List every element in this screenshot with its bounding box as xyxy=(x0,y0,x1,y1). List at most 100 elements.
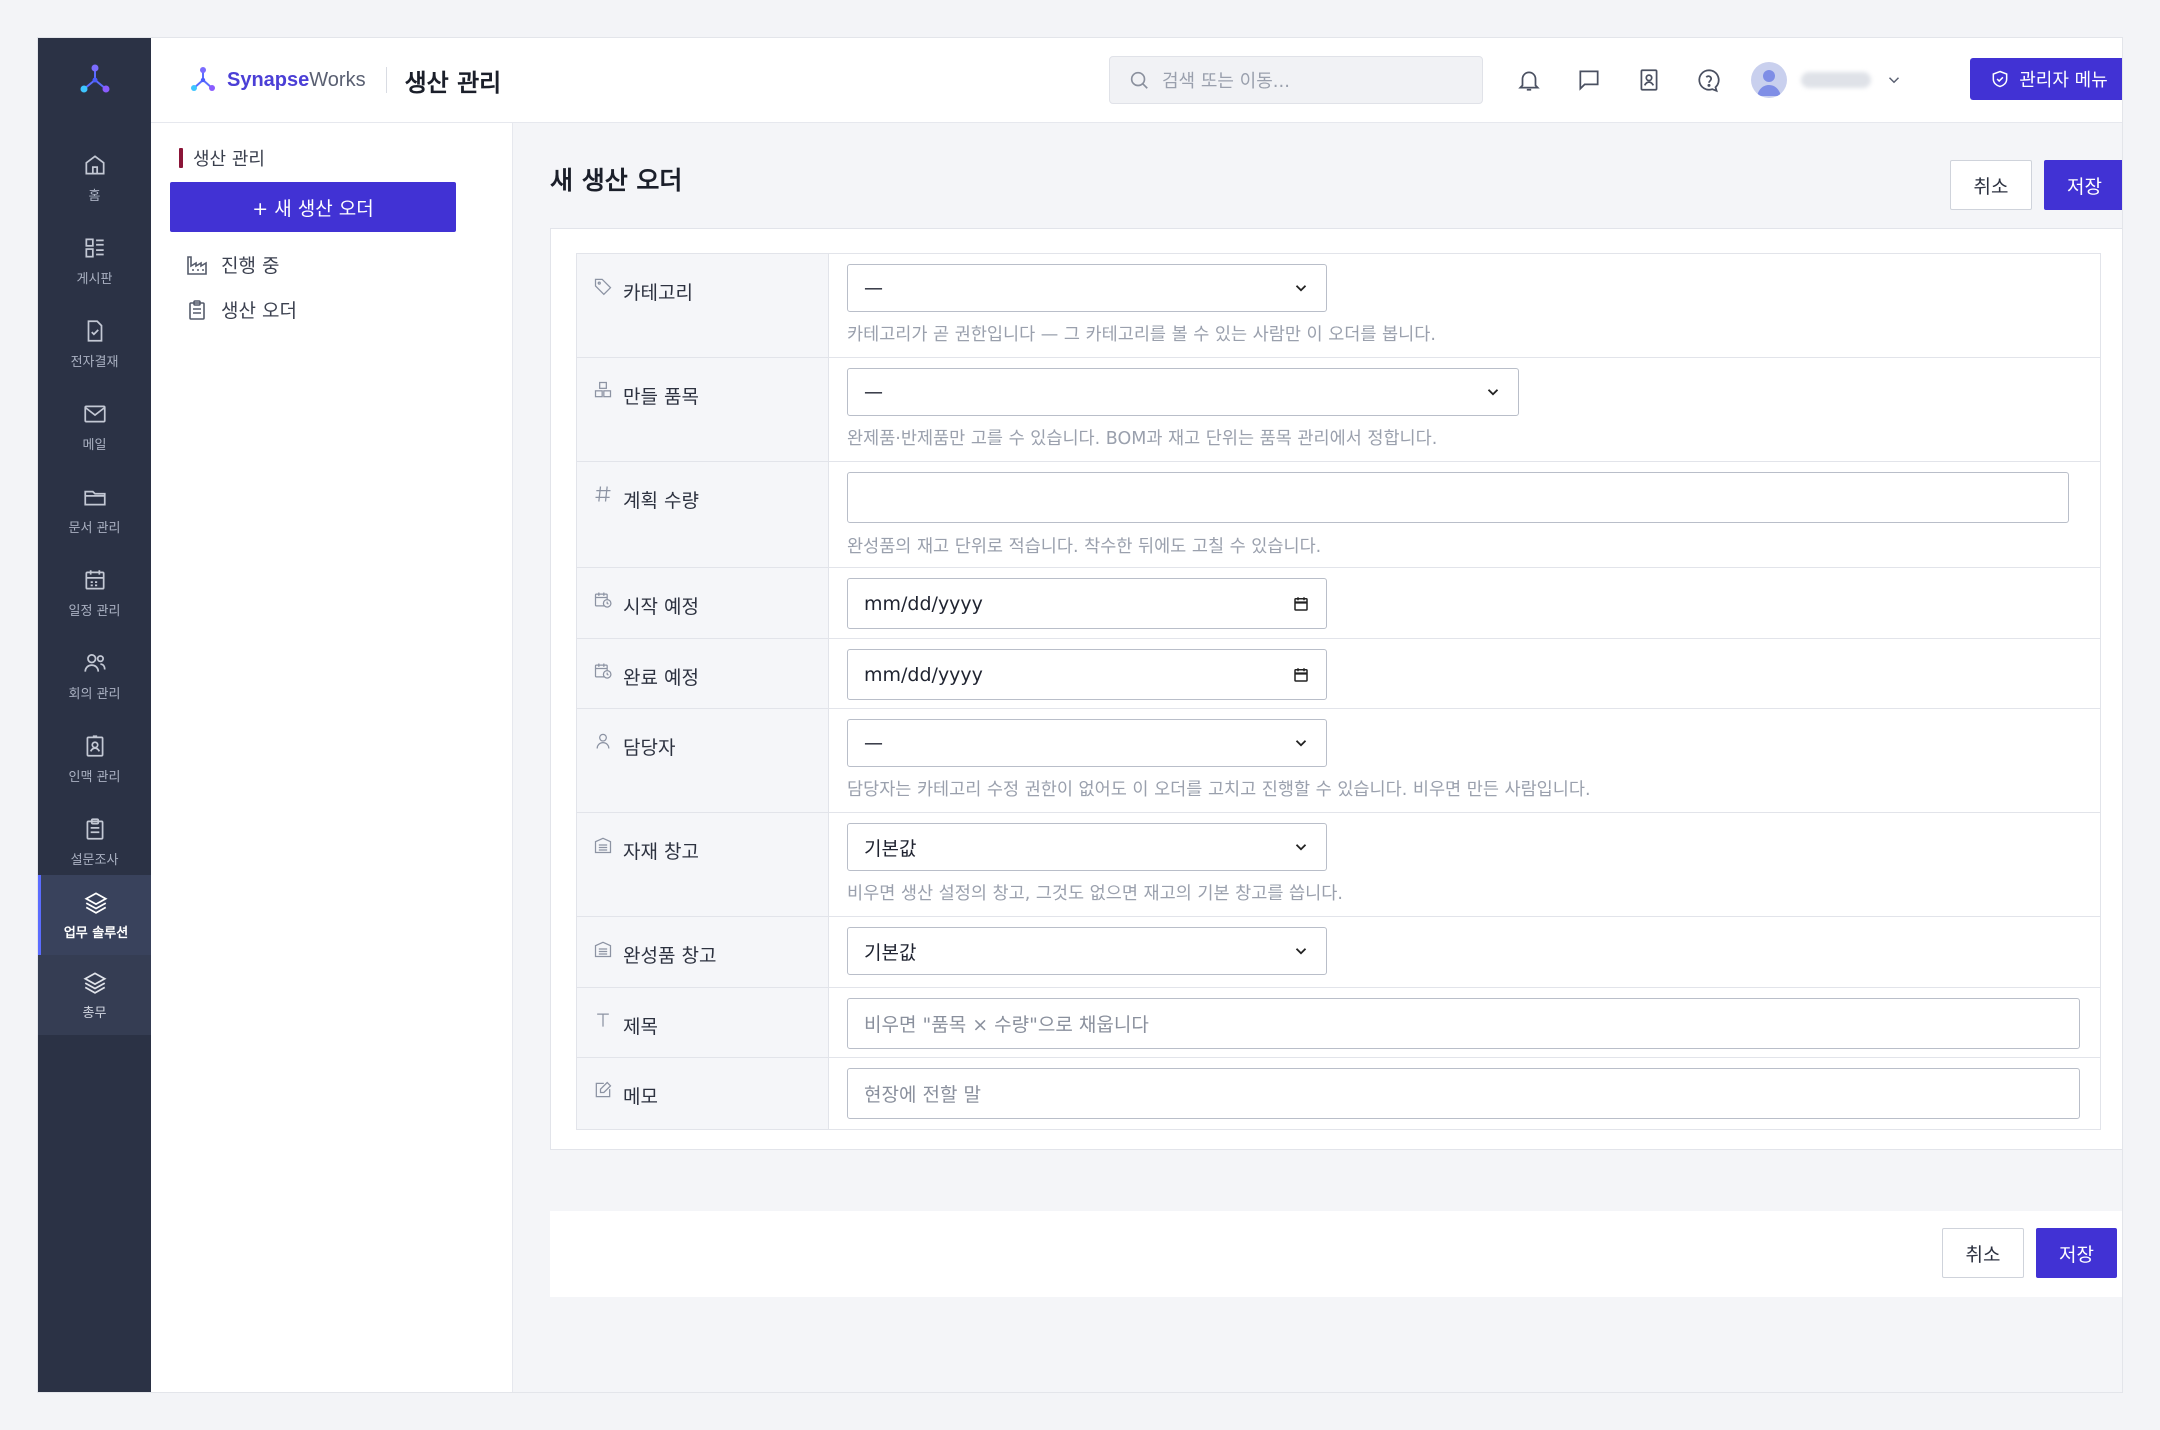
memo-input[interactable]: 현장에 전할 말 xyxy=(847,1068,2080,1119)
top-bar: SynapseWorks 생산 관리 검색 또는 이동... 관리자 메뉴 xyxy=(151,38,2122,123)
page-section-title: 생산 관리 xyxy=(404,68,502,97)
layers-icon xyxy=(84,892,108,914)
form-row-title: 제목 비우면 "품목 × 수량"으로 채웁니다 xyxy=(577,988,2100,1058)
avatar xyxy=(1751,62,1787,98)
notifications-icon[interactable] xyxy=(1513,64,1545,96)
rail-item-schedule[interactable]: 일정 관리 xyxy=(38,553,151,633)
page-title: 새 생산 오더 xyxy=(550,166,683,195)
chevron-down-icon xyxy=(1487,389,1499,396)
calendar-icon xyxy=(1294,667,1308,682)
material-warehouse-select[interactable]: 기본값 xyxy=(847,823,1327,871)
rail-item-survey[interactable]: 설문조사 xyxy=(38,802,151,882)
hash-icon xyxy=(595,485,611,502)
rail-label: 문서 관리 xyxy=(68,521,121,536)
rail-item-general-affairs[interactable]: 총무 xyxy=(38,955,151,1035)
start-date-input[interactable]: mm/dd/yyyy xyxy=(847,578,1327,629)
form-card: 카테고리 — 카테고리가 곧 권한입니다 — 그 카테고리를 볼 수 있는 사람… xyxy=(550,228,2122,1150)
shield-check-icon xyxy=(1992,70,2008,88)
user-menu[interactable] xyxy=(1751,58,1903,102)
person-icon xyxy=(596,733,610,749)
chevron-down-icon xyxy=(1295,844,1307,851)
help-icon[interactable] xyxy=(1693,64,1725,96)
chat-icon[interactable] xyxy=(1573,64,1605,96)
rail-label: 설문조사 xyxy=(70,853,119,868)
assignee-label: 담당자 xyxy=(623,737,676,759)
row-label: 담당자 xyxy=(577,709,829,812)
subnav-item-production-orders[interactable]: 생산 오더 xyxy=(185,296,297,323)
row-label: 만들 품목 xyxy=(577,358,829,461)
rail-item-documents[interactable]: 문서 관리 xyxy=(38,470,151,550)
save-button[interactable]: 저장 xyxy=(2036,1228,2117,1278)
end-label: 완료 예정 xyxy=(623,667,699,689)
row-label: 계획 수량 xyxy=(577,462,829,567)
assignee-select[interactable]: — xyxy=(847,719,1327,767)
rail-item-work-solutions[interactable]: 업무 솔루션 xyxy=(38,875,151,955)
text-icon xyxy=(597,1013,609,1027)
item-select[interactable]: — xyxy=(847,368,1519,416)
calendar-clock-icon xyxy=(594,663,612,679)
user-name-blurred xyxy=(1801,72,1871,88)
admin-menu-button[interactable]: 관리자 메뉴 xyxy=(1970,58,2122,100)
calendar-clock-icon xyxy=(594,592,612,608)
tag-icon xyxy=(594,278,612,295)
search-input[interactable]: 검색 또는 이동... xyxy=(1109,56,1483,104)
chevron-down-icon xyxy=(1295,948,1307,955)
item-help: 완제품·반제품만 고를 수 있습니다. BOM과 재고 단위는 품목 관리에서 … xyxy=(847,429,1438,449)
form-row-item: 만들 품목 — 완제품·반제품만 고를 수 있습니다. BOM과 재고 단위는 … xyxy=(577,358,2100,462)
quantity-label: 계획 수량 xyxy=(623,490,699,512)
form-row-memo: 메모 현장에 전할 말 xyxy=(577,1058,2100,1129)
row-label: 제목 xyxy=(577,988,829,1057)
brand-logo-icon xyxy=(191,67,215,91)
new-production-order-button[interactable]: + 새 생산 오더 xyxy=(170,182,456,232)
chevron-down-icon xyxy=(1295,740,1307,747)
rail-item-approval[interactable]: 전자결재 xyxy=(38,304,151,384)
calendar-icon xyxy=(1294,596,1308,611)
subnav-header: 생산 관리 xyxy=(179,145,265,171)
primary-nav-rail: 홈 게시판 전자결재 메일 문서 관리 일정 관리 회의 관리 인맥 관리 설문… xyxy=(38,38,151,1392)
rail-item-home[interactable]: 홈 xyxy=(38,138,151,218)
category-select[interactable]: — xyxy=(847,264,1327,312)
rail-item-meetings[interactable]: 회의 관리 xyxy=(38,636,151,716)
secondary-nav: 생산 관리 + 새 생산 오더 진행 중 생산 오더 xyxy=(151,123,513,1392)
rail-label: 전자결재 xyxy=(70,355,119,370)
assignee-help: 담당자는 카테고리 수정 권한이 없어도 이 오더를 고치고 진행할 수 있습니… xyxy=(847,780,1591,800)
search-placeholder: 검색 또는 이동... xyxy=(1162,71,1290,92)
rail-label: 게시판 xyxy=(76,272,113,287)
rail-label: 인맥 관리 xyxy=(68,770,121,785)
contacts-icon[interactable] xyxy=(1633,64,1665,96)
item-label: 만들 품목 xyxy=(623,386,699,408)
save-button[interactable]: 저장 xyxy=(2044,160,2122,210)
form-row-end: 완료 예정 mm/dd/yyyy xyxy=(577,639,2100,709)
quantity-help: 완성품의 재고 단위로 적습니다. 착수한 뒤에도 고칠 수 있습니다. xyxy=(847,537,1322,557)
end-date-input[interactable]: mm/dd/yyyy xyxy=(847,649,1327,700)
rail-item-board[interactable]: 게시판 xyxy=(38,221,151,301)
subnav-item-in-progress[interactable]: 진행 중 xyxy=(185,251,279,278)
search-icon xyxy=(1130,71,1148,89)
production-order-form: 카테고리 — 카테고리가 곧 권한입니다 — 그 카테고리를 볼 수 있는 사람… xyxy=(576,253,2101,1130)
row-label: 메모 xyxy=(577,1058,829,1129)
form-row-quantity: 계획 수량 완성품의 재고 단위로 적습니다. 착수한 뒤에도 고칠 수 있습니… xyxy=(577,462,2100,568)
title-input[interactable]: 비우면 "품목 × 수량"으로 채웁니다 xyxy=(847,998,2080,1049)
form-footer: 취소 저장 xyxy=(550,1211,2122,1297)
row-label: 카테고리 xyxy=(577,254,829,357)
edit-note-icon xyxy=(595,1081,612,1097)
boxes-icon xyxy=(594,381,612,397)
material-warehouse-label: 자재 창고 xyxy=(623,841,699,863)
row-label: 완료 예정 xyxy=(577,639,829,708)
brand[interactable]: SynapseWorks 생산 관리 xyxy=(189,62,501,98)
board-icon xyxy=(84,238,104,258)
rail-item-mail[interactable]: 메일 xyxy=(38,387,151,467)
rail-label: 회의 관리 xyxy=(68,687,121,702)
cancel-button[interactable]: 취소 xyxy=(1942,1228,2024,1278)
chevron-down-icon xyxy=(1295,285,1307,292)
memo-label: 메모 xyxy=(623,1086,658,1108)
rail-item-contacts[interactable]: 인맥 관리 xyxy=(38,719,151,799)
home-icon xyxy=(84,155,105,175)
app-logo-icon[interactable] xyxy=(38,60,151,100)
quantity-input[interactable] xyxy=(847,472,2069,523)
factory-icon xyxy=(187,255,207,275)
product-warehouse-select[interactable]: 기본값 xyxy=(847,927,1327,975)
form-row-material-warehouse: 자재 창고 기본값 비우면 생산 설정의 창고, 그것도 없으면 재고의 기본 … xyxy=(577,813,2100,917)
warehouse-icon xyxy=(594,941,612,957)
cancel-button[interactable]: 취소 xyxy=(1950,160,2032,210)
